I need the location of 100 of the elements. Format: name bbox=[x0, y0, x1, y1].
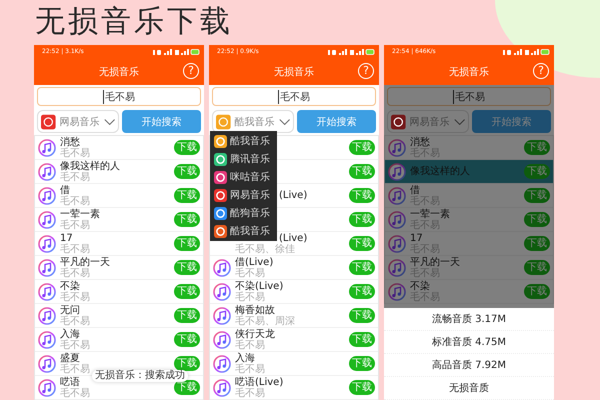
download-button[interactable]: 下载 bbox=[174, 188, 200, 203]
song-row[interactable]: 侠行天龙 毛不易 下载 bbox=[210, 328, 378, 352]
music-note-icon bbox=[388, 186, 406, 204]
download-button[interactable]: 下载 bbox=[174, 236, 200, 251]
music-note-icon bbox=[38, 258, 56, 276]
song-title: 平凡的一天 bbox=[410, 256, 461, 268]
music-note-icon bbox=[213, 282, 231, 300]
song-row[interactable]: 17 毛不易 下载 bbox=[35, 232, 203, 256]
song-row[interactable]: 借(Live) 毛不易 下载 bbox=[210, 256, 378, 280]
download-button[interactable]: 下载 bbox=[349, 212, 375, 227]
chevron-down-icon bbox=[104, 118, 115, 126]
song-row[interactable]: 借 毛不易 下载 bbox=[35, 184, 203, 208]
download-button[interactable]: 下载 bbox=[524, 140, 550, 155]
download-button[interactable]: 下载 bbox=[349, 332, 375, 347]
music-note-icon bbox=[213, 378, 231, 396]
song-artist: 毛不易 bbox=[235, 268, 265, 278]
music-note-icon bbox=[38, 186, 56, 204]
song-artist: 毛不易 bbox=[235, 340, 266, 350]
download-button[interactable]: 下载 bbox=[349, 236, 375, 251]
song-title: 像我这样的人 bbox=[60, 160, 121, 172]
download-button[interactable]: 下载 bbox=[524, 236, 550, 251]
status-icons-drawing bbox=[153, 48, 200, 56]
song-row[interactable]: 呓语(Live) 毛不易 下载 bbox=[210, 376, 378, 400]
music-note-icon bbox=[38, 162, 56, 180]
help-button[interactable]: ? bbox=[183, 63, 199, 79]
music-note-icon bbox=[213, 330, 231, 348]
download-button[interactable]: 下载 bbox=[524, 188, 550, 203]
music-note-icon bbox=[213, 354, 231, 372]
download-button[interactable]: 下载 bbox=[349, 188, 375, 203]
song-row[interactable]: 入海 毛不易 下载 bbox=[210, 352, 378, 376]
song-row[interactable]: 入海 毛不易 下载 bbox=[35, 328, 203, 352]
song-row[interactable]: 一荤一素 毛不易 下载 bbox=[35, 208, 203, 232]
song-row[interactable]: 像我这样的人 毛不易 下载 bbox=[35, 160, 203, 184]
search-field[interactable]: 毛不易 bbox=[212, 87, 376, 106]
song-title: (Live) bbox=[279, 232, 308, 244]
song-artist: 毛不易 bbox=[60, 316, 91, 326]
download-button[interactable]: 下载 bbox=[524, 164, 550, 179]
download-button[interactable]: 下载 bbox=[174, 332, 200, 347]
download-button[interactable]: 下载 bbox=[349, 356, 375, 371]
music-note-icon bbox=[213, 258, 231, 276]
source-label: 网易音乐 bbox=[60, 116, 100, 128]
song-row[interactable]: 像我这样的人 下载 bbox=[385, 160, 553, 184]
download-button[interactable]: 下载 bbox=[349, 140, 375, 155]
download-button[interactable]: 下载 bbox=[174, 356, 200, 371]
dropdown-item[interactable]: 咪咕音乐 bbox=[210, 168, 277, 186]
search-field[interactable]: 毛不易 bbox=[387, 87, 551, 106]
song-row[interactable]: 不染 毛不易 下载 bbox=[35, 280, 203, 304]
music-note-icon bbox=[213, 306, 231, 324]
chevron-down-icon bbox=[278, 118, 290, 126]
download-button[interactable]: 下载 bbox=[174, 260, 200, 275]
download-button[interactable]: 下载 bbox=[524, 260, 550, 275]
search-field[interactable]: 毛不易 bbox=[37, 87, 201, 106]
song-artist: 毛不易 bbox=[60, 388, 91, 398]
music-note-icon bbox=[388, 138, 406, 156]
music-note-icon bbox=[38, 306, 56, 324]
song-title: 一荤一素 bbox=[410, 208, 451, 220]
song-row[interactable]: 平凡的一天 毛不易 下载 bbox=[35, 256, 203, 280]
music-note-icon bbox=[388, 282, 406, 300]
download-button[interactable]: 下载 bbox=[349, 260, 375, 275]
dropdown-item[interactable]: 网易音乐 bbox=[210, 186, 277, 204]
app-title: 无损音乐 bbox=[99, 66, 139, 78]
song-row[interactable]: 消愁 毛不易 下载 bbox=[35, 136, 203, 160]
quality-option[interactable]: 标准音质 4.75M bbox=[384, 331, 554, 354]
download-button[interactable]: 下载 bbox=[174, 380, 200, 395]
download-button[interactable]: 下载 bbox=[349, 164, 375, 179]
help-button[interactable]: ? bbox=[533, 63, 549, 79]
song-title: 梅香如故 bbox=[235, 304, 276, 316]
music-note-icon bbox=[38, 378, 56, 396]
app-title: 无损音乐 bbox=[274, 66, 314, 78]
download-button[interactable]: 下载 bbox=[349, 284, 375, 299]
download-button[interactable]: 下载 bbox=[524, 284, 550, 299]
app-title: 无损音乐 bbox=[449, 66, 489, 78]
download-button[interactable]: 下载 bbox=[174, 284, 200, 299]
download-button[interactable]: 下载 bbox=[174, 164, 200, 179]
song-title: 一荤一素 bbox=[60, 208, 101, 220]
quality-option[interactable]: 无损音质 bbox=[384, 377, 554, 400]
quality-option[interactable]: 流畅音质 3.17M bbox=[384, 308, 554, 331]
download-button[interactable]: 下载 bbox=[174, 308, 200, 323]
source-select[interactable]: 网易音乐 bbox=[387, 110, 469, 133]
download-button[interactable]: 下载 bbox=[349, 380, 375, 395]
download-button[interactable]: 下载 bbox=[524, 212, 550, 227]
source-select[interactable]: 网易音乐 bbox=[37, 110, 119, 133]
song-row[interactable]: 梅香如故 毛不易、周深 下载 bbox=[210, 304, 378, 328]
music-note-icon bbox=[38, 282, 56, 300]
search-button[interactable]: 开始搜索 bbox=[297, 110, 376, 133]
song-artist: 毛不易 bbox=[235, 364, 266, 374]
song-artist: 毛不易 bbox=[60, 220, 91, 230]
download-button[interactable]: 下载 bbox=[174, 212, 200, 227]
quality-option[interactable]: 高品音质 7.92M bbox=[384, 354, 554, 377]
song-title: 呓语 bbox=[60, 376, 81, 388]
download-button[interactable]: 下载 bbox=[174, 140, 200, 155]
search-button[interactable]: 开始搜索 bbox=[472, 110, 551, 133]
music-note-icon bbox=[388, 258, 406, 276]
song-row[interactable]: 无问 毛不易 下载 bbox=[35, 304, 203, 328]
song-title: 不染 bbox=[410, 280, 431, 292]
help-button[interactable]: ? bbox=[358, 63, 374, 79]
song-row[interactable]: 不染(Live) 毛不易 下载 bbox=[210, 280, 378, 304]
download-button[interactable]: 下载 bbox=[349, 308, 375, 323]
music-note-icon bbox=[38, 138, 56, 156]
search-button[interactable]: 开始搜索 bbox=[122, 110, 201, 133]
